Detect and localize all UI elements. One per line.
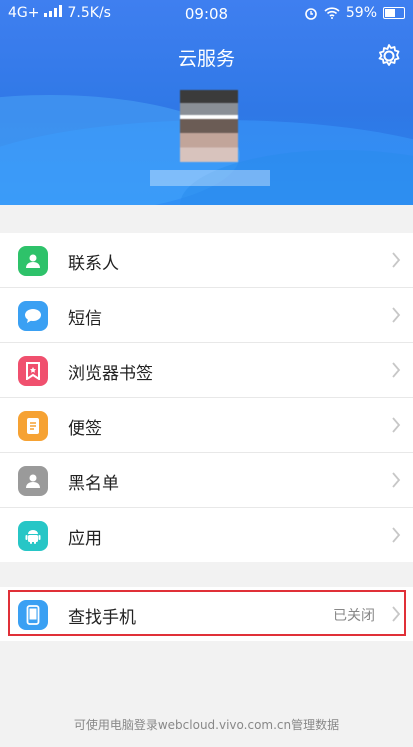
list-item-bookmarks[interactable]: 浏览器书签 — [0, 343, 413, 398]
bookmark-icon — [18, 356, 48, 386]
battery-icon — [383, 7, 405, 19]
alarm-icon — [305, 8, 317, 20]
chevron-right-icon — [392, 307, 401, 323]
chevron-right-icon — [392, 417, 401, 433]
settings-gear-icon[interactable] — [375, 42, 403, 70]
list-item-apps[interactable]: 应用 — [0, 508, 413, 562]
list-item-blacklist[interactable]: 黑名单 — [0, 453, 413, 508]
list-item-contacts[interactable]: 联系人 — [0, 233, 413, 288]
list-item-label: 浏览器书签 — [68, 364, 153, 384]
list-item-label: 应用 — [68, 529, 102, 549]
list-item-label: 短信 — [68, 309, 102, 329]
chevron-right-icon — [392, 362, 401, 378]
chevron-right-icon — [392, 472, 401, 488]
chevron-right-icon — [392, 252, 401, 268]
avatar[interactable] — [180, 90, 238, 162]
highlight-box — [8, 590, 406, 636]
android-icon — [18, 521, 48, 551]
account-name-blurred — [150, 170, 270, 186]
status-bar: 4G+ 7.5K/s 09:08 59% — [0, 0, 413, 28]
footer-hint: 可使用电脑登录webcloud.vivo.com.cn管理数据 — [73, 718, 340, 732]
blacklist-icon — [18, 466, 48, 496]
list-item-label: 黑名单 — [68, 474, 119, 494]
wifi-icon — [324, 7, 340, 19]
chevron-right-icon — [392, 527, 401, 543]
list-item-messages[interactable]: 短信 — [0, 288, 413, 343]
status-right: 59% — [304, 5, 405, 21]
contacts-icon — [18, 246, 48, 276]
message-icon — [18, 301, 48, 331]
list-item-label: 便签 — [68, 419, 102, 439]
sync-list: 联系人 短信 浏览器书签 便签 黑名单 应用 — [0, 233, 413, 562]
list-item-notes[interactable]: 便签 — [0, 398, 413, 453]
note-icon — [18, 411, 48, 441]
header: 4G+ 7.5K/s 09:08 59% 云服务 — [0, 0, 413, 205]
list-item-label: 联系人 — [68, 254, 119, 274]
battery-percent: 59% — [345, 5, 377, 21]
page-title: 云服务 — [177, 48, 235, 70]
